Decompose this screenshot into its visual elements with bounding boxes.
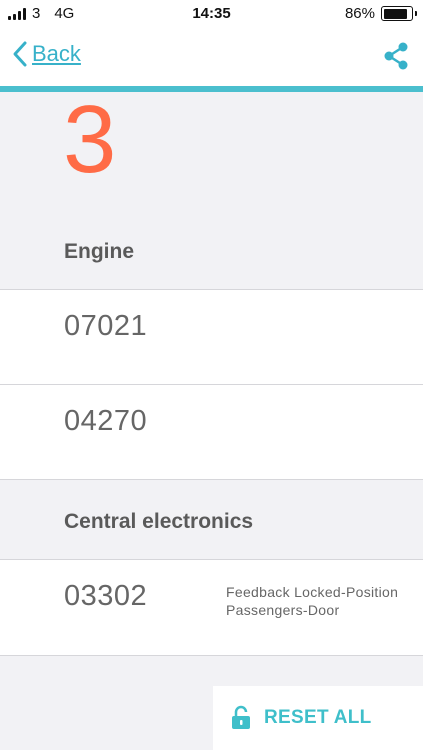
reset-all-label: RESET ALL [264,707,372,728]
chevron-left-icon [13,41,27,67]
navigation-bar: Back [0,28,423,86]
back-label: Back [32,41,81,66]
status-right: 86% [344,5,417,22]
status-bar: 3 4G 14:35 86% [0,0,423,28]
battery-fill [383,8,407,19]
section-title-engine: Engine [64,240,135,263]
fault-code-row[interactable]: 04270 [0,384,423,480]
reset-all-button[interactable]: RESET ALL [213,686,423,750]
fault-count: 3 [63,86,117,193]
unlock-icon [232,705,250,729]
back-button[interactable]: Back [12,40,81,68]
fault-code-row[interactable]: 03302 Feedback Locked-Position Passenger… [0,559,423,656]
fault-code-row[interactable]: 07021 [0,289,423,385]
fault-code: 03302 [64,580,148,612]
battery-percent: 86% [344,5,375,22]
fault-code: 07021 [64,310,148,342]
fault-description: Feedback Locked-Position Passengers-Door [226,584,399,618]
battery-icon [381,6,417,21]
fault-code: 04270 [64,405,148,437]
section-title-central-electronics: Central electronics [64,510,254,533]
share-icon [384,42,408,70]
share-button[interactable] [383,41,409,76]
